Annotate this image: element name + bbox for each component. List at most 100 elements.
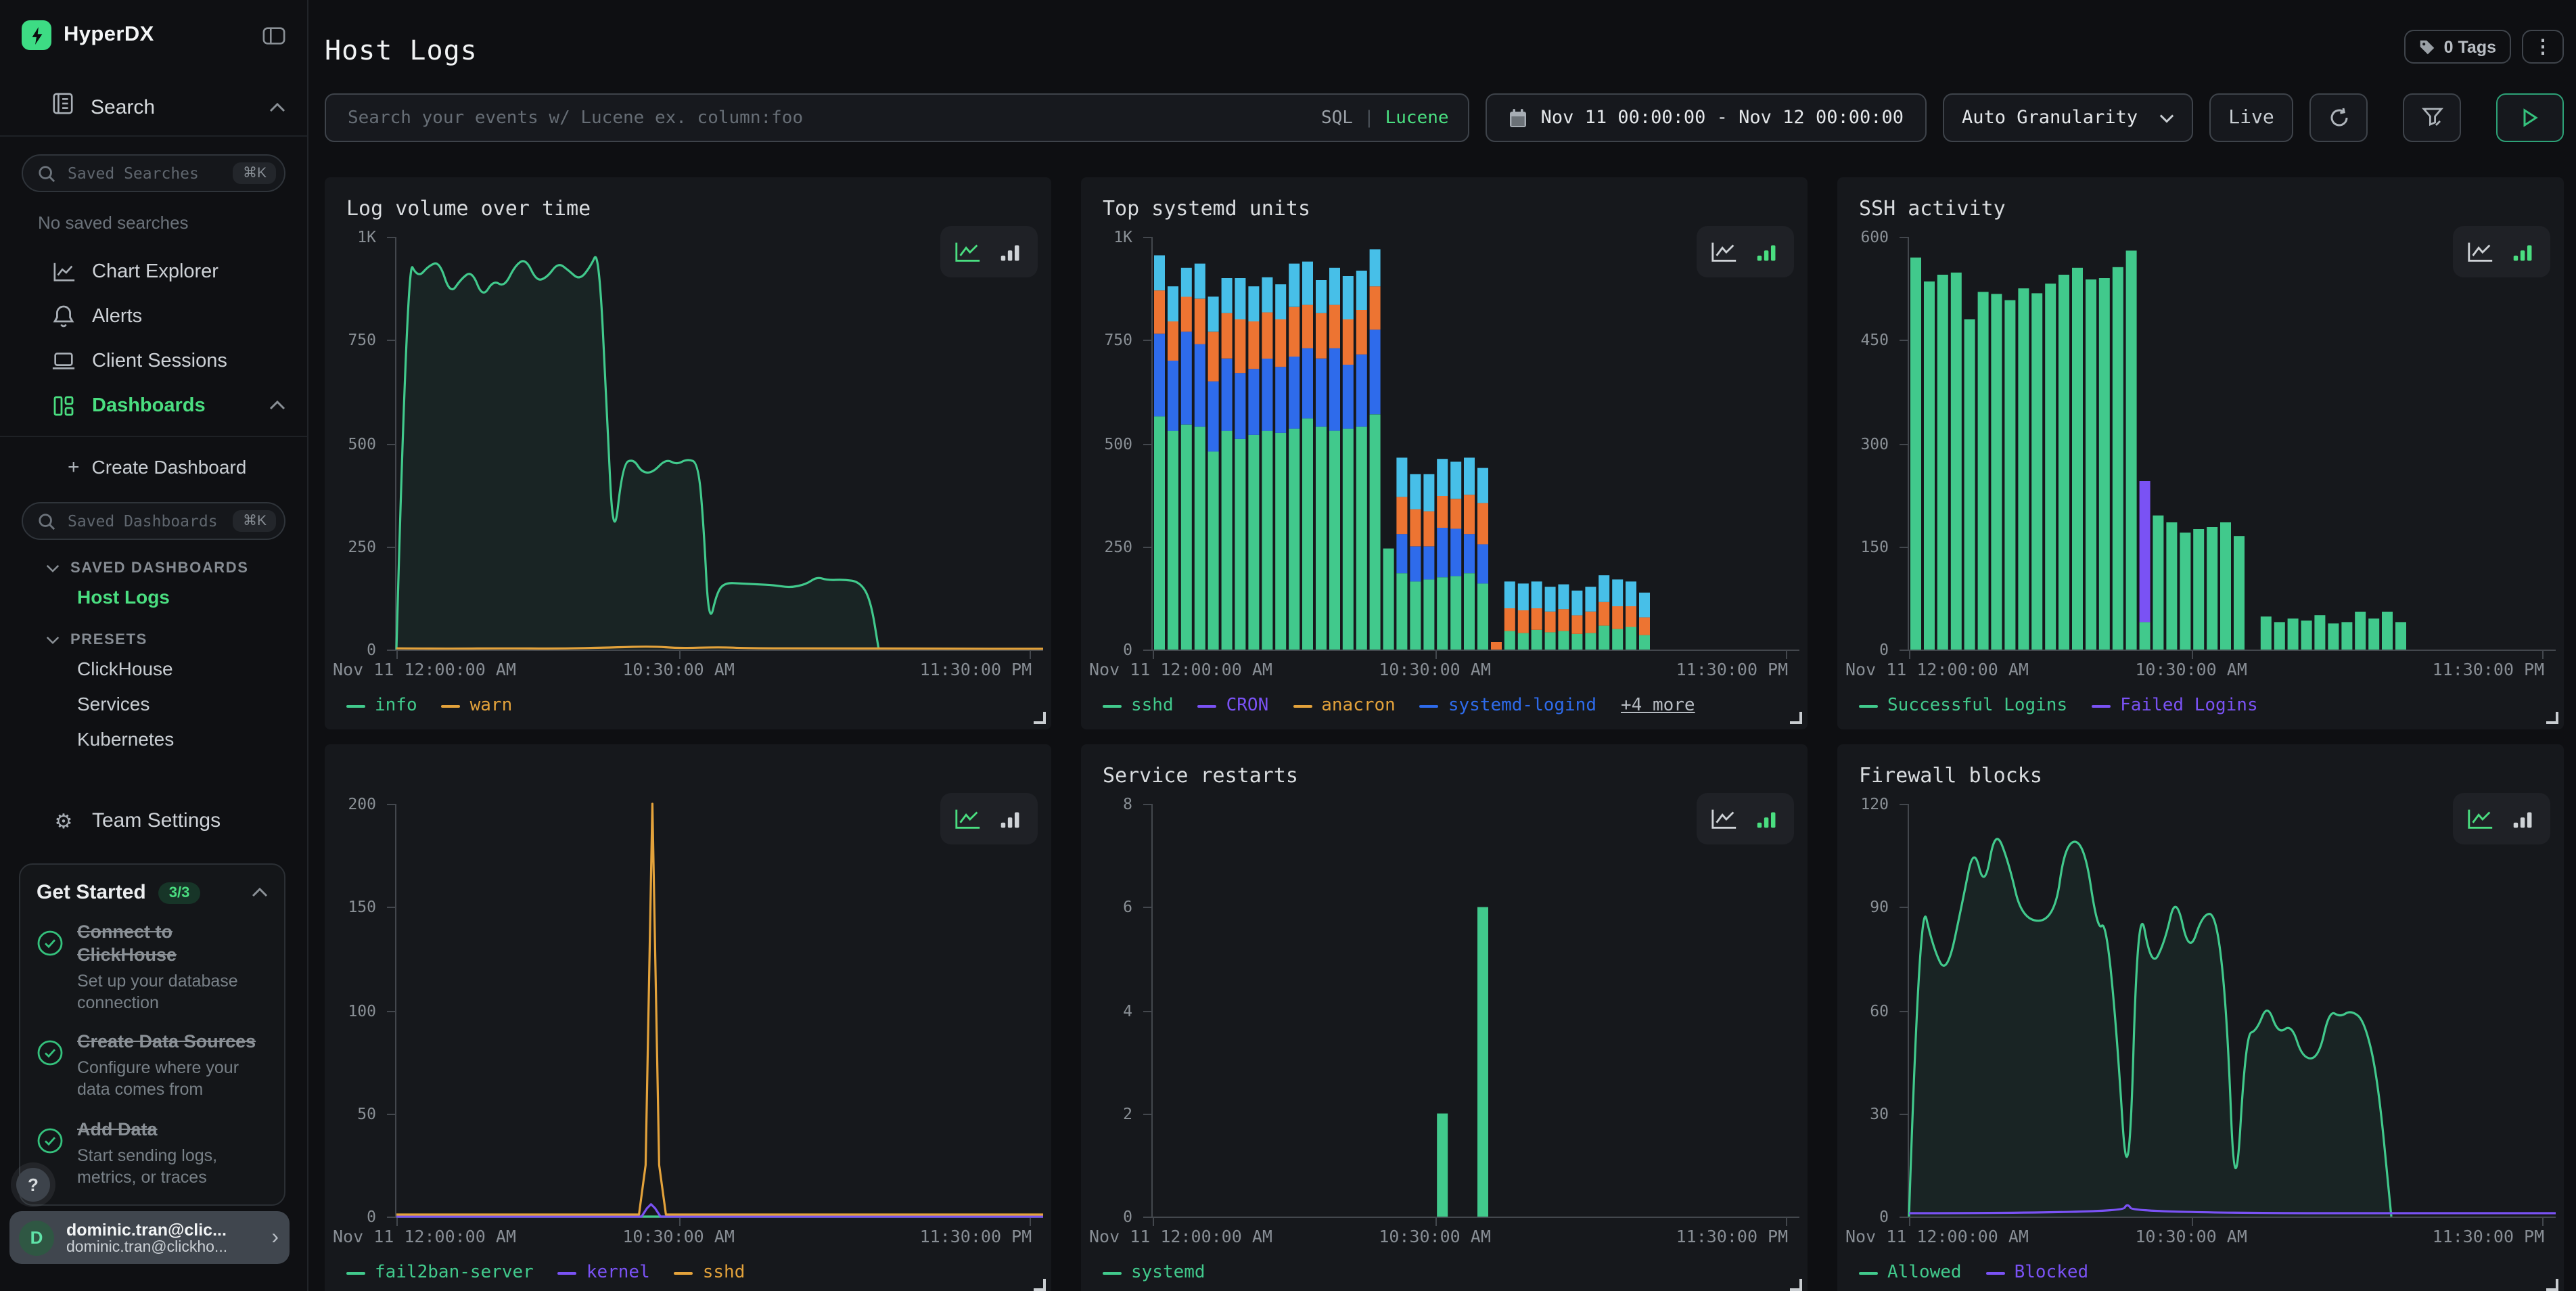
x-axis-label: 10:30:00 AM [1379, 1226, 1491, 1246]
line-chart-toggle-icon[interactable] [953, 240, 982, 264]
line-chart-toggle-icon[interactable] [953, 807, 982, 831]
legend-item[interactable]: kernel [558, 1263, 650, 1283]
chart-type-toggle[interactable] [1697, 226, 1794, 277]
chart-canvas[interactable] [1909, 804, 2556, 1217]
get-started-title: Get Started [37, 881, 146, 904]
help-button[interactable]: ? [16, 1168, 50, 1202]
saved-dashboards-field[interactable] [65, 510, 233, 532]
create-dashboard-button[interactable]: + Create Dashboard [0, 445, 307, 489]
legend-item[interactable]: systemd [1103, 1263, 1205, 1283]
chart: 050100150200 [325, 804, 1043, 1218]
bar-chart-toggle-icon[interactable] [2509, 807, 2537, 831]
chart-type-toggle[interactable] [2453, 793, 2550, 844]
refresh-button[interactable] [2309, 93, 2368, 142]
filter-button[interactable] [2403, 93, 2461, 142]
bar-chart-toggle-icon[interactable] [1753, 807, 1781, 831]
chart-canvas[interactable] [1909, 237, 2556, 650]
legend-item[interactable]: info [346, 696, 417, 716]
chart-canvas[interactable] [1153, 237, 1799, 650]
resize-handle[interactable] [1790, 1279, 1802, 1291]
resize-handle[interactable] [1034, 712, 1046, 724]
event-search-box[interactable]: SQL | Lucene [325, 93, 1469, 142]
granularity-select[interactable]: Auto Granularity [1943, 93, 2193, 142]
legend-item[interactable]: warn [442, 696, 513, 716]
presets-section[interactable]: PRESETS [0, 632, 307, 648]
legend-item[interactable]: CRON [1198, 696, 1269, 716]
chart-title: Top systemd units [1103, 196, 1310, 221]
plot[interactable] [1908, 237, 2556, 651]
app: HyperDX Search ⌘K No saved searches [0, 0, 2576, 1291]
main-content: Host Logs 0 Tags ⋮ SQL | Lucene Nov 11 0… [310, 0, 2576, 1291]
legend-item[interactable]: fail2ban-server [346, 1263, 534, 1283]
legend-item[interactable]: sshd [1103, 696, 1174, 716]
saved-searches-input[interactable]: ⌘K [22, 154, 285, 192]
sql-mode-toggle[interactable]: SQL [1321, 108, 1353, 128]
sidebar-item-dashboards[interactable]: Dashboards [0, 383, 307, 428]
line-chart-toggle-icon[interactable] [2466, 807, 2494, 831]
chart-type-toggle[interactable] [940, 793, 1038, 844]
y-axis-label: 150 [348, 898, 376, 917]
lucene-mode-toggle[interactable]: Lucene [1385, 108, 1449, 128]
bar-chart-toggle-icon[interactable] [996, 240, 1025, 264]
legend-item[interactable]: Blocked [1986, 1263, 2089, 1283]
legend-item[interactable]: sshd [674, 1263, 745, 1283]
get-started-step-sources[interactable]: Create Data Sources Configure where your… [37, 1032, 268, 1102]
chart-type-toggle[interactable] [2453, 226, 2550, 277]
chart-type-toggle[interactable] [1697, 793, 1794, 844]
sidebar-item-host-logs[interactable]: Host Logs [0, 581, 307, 612]
sidebar-item-services[interactable]: Services [0, 687, 307, 719]
line-chart-toggle-icon[interactable] [1709, 240, 1738, 264]
get-started-step-add-data[interactable]: Add Data Start sending logs, metrics, or… [37, 1118, 268, 1188]
sidebar-item-team-settings[interactable]: ⚙ Team Settings [0, 798, 307, 843]
bar-chart-toggle-icon[interactable] [1753, 240, 1781, 264]
chevron-up-icon[interactable] [252, 888, 268, 897]
chart-title: Firewall blocks [1859, 763, 2042, 788]
plot[interactable] [395, 237, 1043, 651]
sidebar-collapse-icon[interactable] [262, 25, 285, 45]
hyperdx-logo-icon [22, 20, 51, 50]
sidebar-item-alerts[interactable]: Alerts [0, 294, 307, 338]
saved-searches-field[interactable] [65, 162, 233, 184]
line-chart-toggle-icon[interactable] [2466, 240, 2494, 264]
plot[interactable] [1151, 237, 1799, 651]
line-chart-toggle-icon[interactable] [1709, 807, 1738, 831]
legend-item[interactable]: systemd-logind [1420, 696, 1596, 716]
chart-canvas[interactable] [396, 804, 1043, 1217]
resize-handle[interactable] [2546, 712, 2558, 724]
chart: 02468 [1081, 804, 1799, 1218]
saved-dashboards-input[interactable]: ⌘K [22, 502, 285, 540]
event-search-input[interactable] [345, 106, 1321, 129]
chart-canvas[interactable] [1153, 804, 1799, 1217]
legend-item[interactable]: +4 more [1621, 696, 1695, 716]
plot[interactable] [395, 804, 1043, 1218]
chevron-up-icon[interactable] [269, 102, 285, 112]
user-menu[interactable]: D dominic.tran@clic... dominic.tran@clic… [9, 1211, 290, 1264]
legend-item[interactable]: Failed Logins [2092, 696, 2258, 716]
resize-handle[interactable] [2546, 1279, 2558, 1291]
legend-item[interactable]: Successful Logins [1859, 696, 2067, 716]
chevron-up-icon[interactable] [269, 401, 285, 410]
resize-handle[interactable] [1034, 1279, 1046, 1291]
run-query-button[interactable] [2496, 93, 2564, 142]
bar-chart-toggle-icon[interactable] [2509, 240, 2537, 264]
more-options-button[interactable]: ⋮ [2522, 30, 2564, 64]
get-started-step-connect[interactable]: Connect to ClickHouse Set up your databa… [37, 922, 268, 1014]
live-button[interactable]: Live [2209, 93, 2293, 142]
bar-chart-toggle-icon[interactable] [996, 807, 1025, 831]
date-range-picker[interactable]: Nov 11 00:00:00 - Nov 12 00:00:00 [1486, 93, 1927, 142]
sidebar-item-clickhouse[interactable]: ClickHouse [0, 652, 307, 683]
y-axis: 02505007501K [325, 237, 387, 651]
sidebar-item-search[interactable]: Search [0, 87, 307, 127]
sidebar-item-kubernetes[interactable]: Kubernetes [0, 723, 307, 754]
resize-handle[interactable] [1790, 712, 1802, 724]
legend-item[interactable]: anacron [1293, 696, 1396, 716]
chart-type-toggle[interactable] [940, 226, 1038, 277]
chart-canvas[interactable] [396, 237, 1043, 650]
plot[interactable] [1151, 804, 1799, 1218]
legend-item[interactable]: Allowed [1859, 1263, 1962, 1283]
sidebar-item-client-sessions[interactable]: Client Sessions [0, 338, 307, 383]
tags-button[interactable]: 0 Tags [2405, 30, 2511, 64]
saved-dashboards-section[interactable]: SAVED DASHBOARDS [0, 560, 307, 576]
plot[interactable] [1908, 804, 2556, 1218]
sidebar-item-chart-explorer[interactable]: Chart Explorer [0, 249, 307, 294]
